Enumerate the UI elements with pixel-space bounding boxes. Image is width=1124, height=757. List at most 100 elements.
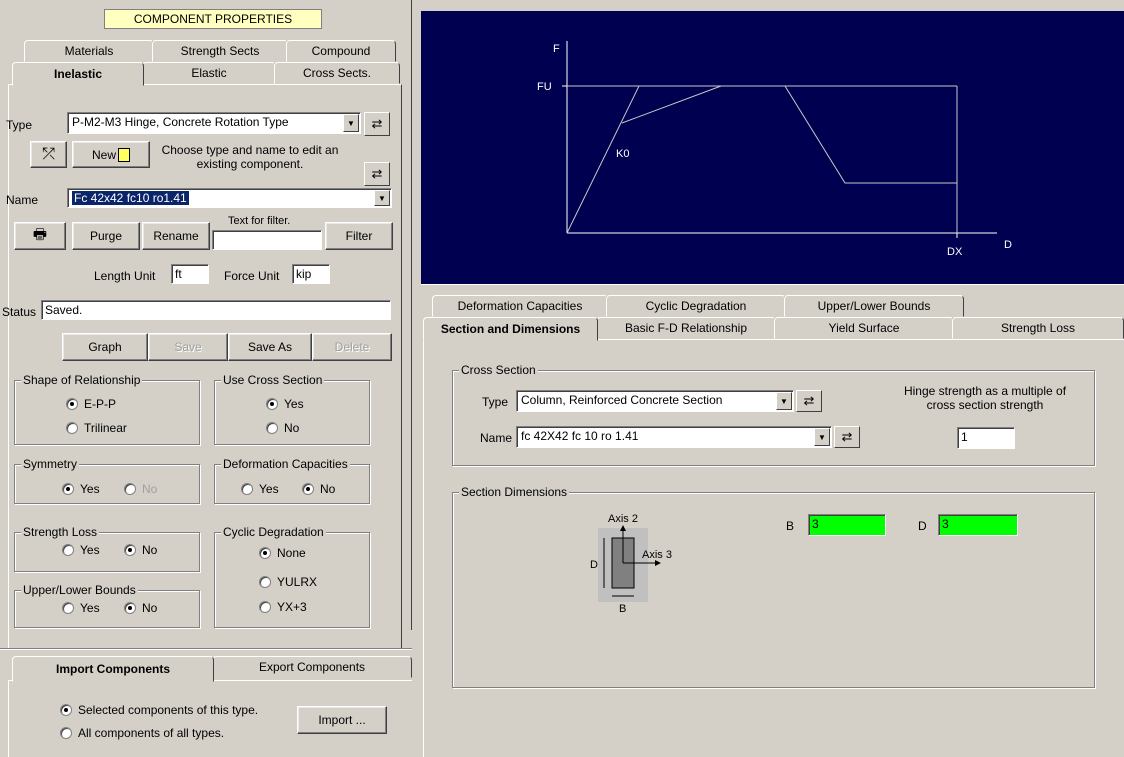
radio-label: E-P-P: [84, 397, 117, 411]
name-combo[interactable]: Fc 42x42 fc10 ro1.41 ▼: [67, 188, 392, 208]
purge-button[interactable]: Purge: [72, 222, 140, 250]
radio-epp[interactable]: E-P-P: [66, 397, 116, 411]
radio-dot: [66, 422, 78, 434]
new-document-icon: [118, 147, 130, 162]
tab-upper-lower-bounds[interactable]: Upper/Lower Bounds: [784, 295, 964, 317]
b-label: B: [786, 519, 795, 533]
defcap-group-label: Deformation Capacities: [221, 457, 350, 471]
filter-button[interactable]: Filter: [325, 222, 393, 250]
tab-import-components[interactable]: Import Components: [12, 656, 214, 682]
import-button[interactable]: Import ...: [297, 706, 387, 734]
radio-dot: [124, 602, 136, 614]
radio-cyclic-none[interactable]: None: [259, 546, 306, 560]
tab-inelastic[interactable]: Inelastic: [12, 62, 144, 86]
radio-cyclic-yx3[interactable]: YX+3: [259, 600, 307, 614]
radio-label: Yes: [259, 482, 279, 496]
delete-button[interactable]: Delete: [312, 333, 392, 361]
refresh-icon[interactable]: ⇄: [796, 390, 822, 412]
fd-graph-svg: F FU K0 DX D: [537, 41, 1012, 258]
radio-strloss-no[interactable]: No: [124, 543, 157, 557]
radio-dot: [259, 576, 271, 588]
chevron-down-icon[interactable]: ▼: [776, 392, 792, 410]
filter-input[interactable]: [212, 230, 322, 250]
status-label: Status: [2, 305, 37, 319]
strength-loss-group: Strength Loss: [14, 525, 200, 572]
shape-group-label: Shape of Relationship: [21, 373, 143, 387]
vertical-splitter[interactable]: [402, 0, 412, 630]
section-b-label: B: [619, 603, 626, 615]
refresh-icon[interactable]: ⇄: [834, 426, 860, 448]
length-unit-label: Length Unit: [94, 269, 156, 283]
radio-label: No: [142, 543, 158, 557]
radio-strloss-yes[interactable]: Yes: [62, 543, 100, 557]
new-button-label: New: [91, 147, 116, 162]
radio-defcap-yes[interactable]: Yes: [241, 482, 279, 496]
cs-type-combo[interactable]: Column, Reinforced Concrete Section ▼: [516, 390, 794, 412]
tab-materials[interactable]: Materials: [24, 40, 154, 62]
cs-name-combo[interactable]: fc 42X42 fc 10 ro 1.41 ▼: [516, 426, 832, 448]
graph-splitter[interactable]: [421, 284, 1124, 292]
radio-symmetry-no[interactable]: No: [124, 482, 157, 496]
radio-import-all[interactable]: All components of all types.: [60, 726, 224, 740]
new-button[interactable]: New: [72, 141, 150, 168]
d-field[interactable]: 3: [938, 514, 1018, 536]
k0-label: K0: [616, 148, 629, 160]
tab-cyclic-degradation[interactable]: Cyclic Degradation: [606, 295, 786, 317]
radio-use-cs-no[interactable]: No: [266, 421, 299, 435]
radio-use-cs-yes[interactable]: Yes: [266, 397, 304, 411]
section-d-label: D: [590, 559, 598, 571]
tab-compound[interactable]: Compound: [286, 40, 396, 62]
b-field[interactable]: 3: [808, 514, 886, 536]
hint-text: Choose type and name to edit an existing…: [161, 143, 339, 171]
tab-strength-loss[interactable]: Strength Loss: [952, 317, 1124, 339]
hinge-multiple-field[interactable]: 1: [957, 427, 1015, 449]
radio-cyclic-yulrx[interactable]: YULRX: [259, 575, 317, 589]
radio-dot: [62, 483, 74, 495]
ulb-group-label: Upper/Lower Bounds: [21, 583, 138, 597]
tab-section-and-dimensions[interactable]: Section and Dimensions: [423, 317, 598, 341]
tab-strength-sects[interactable]: Strength Sects: [152, 40, 288, 62]
radio-symmetry-yes[interactable]: Yes: [62, 482, 100, 496]
length-unit-field[interactable]: ft: [171, 264, 209, 284]
chevron-down-icon[interactable]: ▼: [343, 114, 359, 132]
type-label: Type: [6, 118, 33, 132]
radio-dot: [302, 483, 314, 495]
refresh-icon[interactable]: ⇄: [364, 112, 390, 136]
radio-ulb-yes[interactable]: Yes: [62, 601, 100, 615]
tab-yield-surface[interactable]: Yield Surface: [774, 317, 954, 339]
type-combo[interactable]: P-M2-M3 Hinge, Concrete Rotation Type ▼: [67, 112, 361, 134]
chevron-down-icon[interactable]: ▼: [374, 190, 390, 206]
radio-dot: [259, 547, 271, 559]
graph-button[interactable]: Graph: [62, 333, 148, 361]
radio-trilinear[interactable]: Trilinear: [66, 421, 127, 435]
fd-graph: F FU K0 DX D: [421, 11, 1124, 284]
radio-dot: [60, 727, 72, 739]
f-label: F: [553, 43, 560, 55]
radio-ulb-no[interactable]: No: [124, 601, 157, 615]
tab-deformation-capacities[interactable]: Deformation Capacities: [432, 295, 608, 317]
print-button[interactable]: 🖶: [14, 222, 66, 250]
save-as-button[interactable]: Save As: [228, 333, 312, 361]
radio-dot: [266, 398, 278, 410]
section-diagram: Axis 2 Axis 3 D B: [588, 510, 698, 622]
radio-import-selected[interactable]: Selected components of this type.: [60, 703, 258, 717]
tab-cross-sects[interactable]: Cross Sects.: [274, 62, 400, 84]
axis3-label: Axis 3: [642, 549, 672, 561]
save-button[interactable]: Save: [148, 333, 228, 361]
radio-label: Yes: [284, 397, 304, 411]
rename-button[interactable]: Rename: [142, 222, 210, 250]
tab-basic-fd-relationship[interactable]: Basic F-D Relationship: [596, 317, 776, 339]
force-unit-field[interactable]: kip: [292, 264, 330, 284]
component-properties-title: COMPONENT PROPERTIES: [104, 9, 322, 29]
radio-defcap-no[interactable]: No: [302, 482, 335, 496]
hinge-tool-button[interactable]: ⤱: [30, 141, 67, 168]
tab-export-components[interactable]: Export Components: [212, 656, 412, 678]
tab-elastic[interactable]: Elastic: [142, 62, 276, 84]
force-unit-label: Force Unit: [224, 269, 280, 283]
radio-label: Yes: [80, 601, 100, 615]
radio-label: YULRX: [277, 575, 318, 589]
refresh-icon[interactable]: ⇄: [364, 162, 390, 186]
radio-label: Trilinear: [84, 421, 127, 435]
upper-lower-bounds-group: Upper/Lower Bounds: [14, 583, 200, 628]
chevron-down-icon[interactable]: ▼: [814, 428, 830, 446]
